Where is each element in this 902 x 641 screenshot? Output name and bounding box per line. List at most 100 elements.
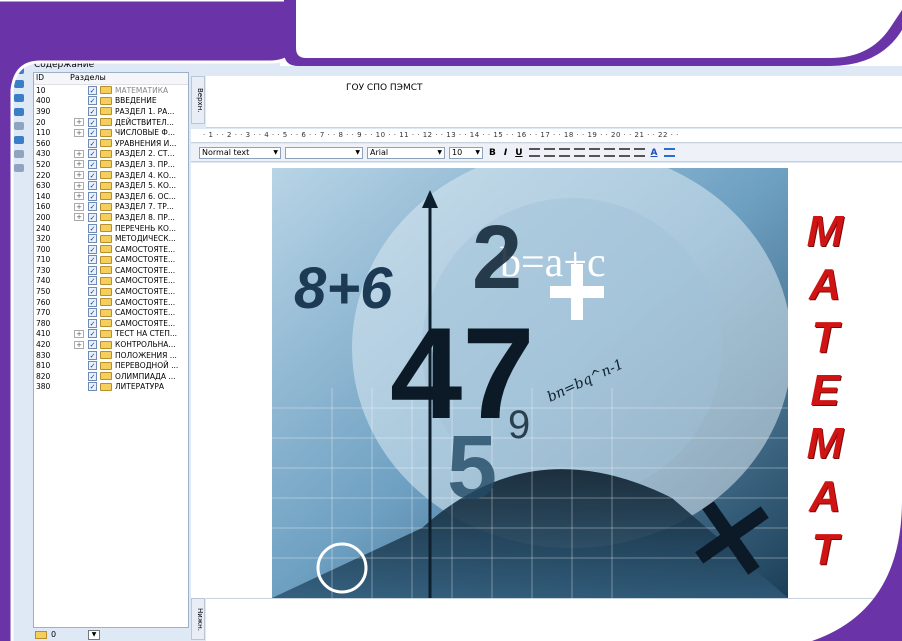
indent-decrease-icon[interactable]: [618, 148, 630, 157]
expand-toggle[interactable]: [74, 245, 84, 253]
paste-icon[interactable]: [115, 45, 127, 58]
print-icon[interactable]: [70, 45, 82, 58]
row-title[interactable]: УРАВНЕНИЯ И...: [115, 139, 176, 148]
row-checkbox[interactable]: ✓: [88, 85, 97, 95]
text-color-button[interactable]: A: [649, 148, 660, 158]
row-title[interactable]: ПЕРЕЧЕНЬ КО...: [115, 224, 176, 233]
expand-toggle[interactable]: [74, 362, 84, 370]
expand-toggle[interactable]: +: [74, 202, 84, 211]
row-checkbox[interactable]: ✓: [88, 255, 97, 265]
expand-toggle[interactable]: +: [74, 192, 84, 201]
row-checkbox[interactable]: ✓: [88, 202, 97, 212]
ruler[interactable]: · 1 · · 2 · · 3 · · 4 · · 5 · · 6 · · 7 …: [191, 129, 902, 143]
row-checkbox[interactable]: ✓: [88, 350, 97, 360]
row-title[interactable]: КОНТРОЛЬНА...: [115, 340, 176, 349]
row-title[interactable]: РАЗДЕЛ 4. КО...: [115, 171, 176, 180]
row-title[interactable]: РАЗДЕЛ 7. ТР...: [115, 202, 174, 211]
tools-icon[interactable]: [85, 45, 97, 58]
tree-row[interactable]: 810 ✓ ПЕРЕВОДНОЙ ...: [34, 360, 188, 371]
page-footer-area[interactable]: [206, 598, 902, 641]
align-justify-icon[interactable]: [573, 148, 585, 157]
row-checkbox[interactable]: ✓: [88, 244, 97, 254]
expand-toggle[interactable]: [74, 139, 84, 147]
row-checkbox[interactable]: ✓: [88, 361, 97, 371]
tree-row[interactable]: 760 ✓ САМОСТОЯТЕ...: [34, 297, 188, 308]
row-checkbox[interactable]: ✓: [88, 287, 97, 297]
row-checkbox[interactable]: ✓: [88, 181, 97, 191]
page-header-area[interactable]: ГОУ СПО ПЭМСТ: [206, 76, 902, 128]
italic-button[interactable]: I: [502, 148, 509, 158]
row-title[interactable]: САМОСТОЯТЕ...: [115, 319, 175, 328]
tree-row[interactable]: 420 + ✓ КОНТРОЛЬНА...: [34, 339, 188, 350]
expand-toggle[interactable]: [74, 298, 84, 306]
document-icon[interactable]: [168, 45, 180, 58]
row-title[interactable]: САМОСТОЯТЕ...: [115, 308, 175, 317]
row-checkbox[interactable]: ✓: [88, 276, 97, 286]
tree-row[interactable]: 830 ✓ ПОЛОЖЕНИЯ ...: [34, 350, 188, 361]
row-title[interactable]: САМОСТОЯТЕ...: [115, 266, 175, 275]
expand-toggle[interactable]: +: [74, 213, 84, 222]
row-title[interactable]: САМОСТОЯТЕ...: [115, 255, 175, 264]
tree-row[interactable]: 750 ✓ САМОСТОЯТЕ...: [34, 286, 188, 297]
tree-row[interactable]: 110 + ✓ ЧИСЛОВЫЕ Ф...: [34, 127, 188, 138]
row-title[interactable]: ДЕЙСТВИТЕЛ...: [115, 118, 174, 127]
plugin-icon[interactable]: [183, 45, 195, 58]
row-checkbox[interactable]: ✓: [88, 382, 97, 392]
tree-row[interactable]: 140 + ✓ РАЗДЕЛ 6. ОС...: [34, 191, 188, 202]
highlight-icon[interactable]: [663, 148, 675, 157]
expand-toggle[interactable]: [74, 277, 84, 285]
expand-toggle[interactable]: [74, 319, 84, 327]
expand-toggle[interactable]: +: [74, 171, 84, 180]
row-title[interactable]: РАЗДЕЛ 6. ОС...: [115, 192, 176, 201]
tree-row[interactable]: 160 + ✓ РАЗДЕЛ 7. ТР...: [34, 202, 188, 213]
row-title[interactable]: РАЗДЕЛ 2. СТ...: [115, 149, 175, 158]
align-right-icon[interactable]: [558, 148, 570, 157]
expand-toggle[interactable]: [74, 383, 84, 391]
indent-increase-icon[interactable]: [633, 148, 645, 157]
tree-row[interactable]: 10 ✓ МАТЕМАТИКА: [34, 85, 188, 96]
menu-service[interactable]: Сервис: [203, 27, 237, 37]
tree-row[interactable]: 430 + ✓ РАЗДЕЛ 2. СТ...: [34, 149, 188, 160]
row-checkbox[interactable]: ✓: [88, 212, 97, 222]
row-title[interactable]: ТЕСТ НА СТЕП...: [115, 329, 177, 338]
row-title[interactable]: САМОСТОЯТЕ...: [115, 276, 175, 285]
tree-row[interactable]: 220 + ✓ РАЗДЕЛ 4. КО...: [34, 170, 188, 181]
expand-toggle[interactable]: [74, 256, 84, 264]
tree-row[interactable]: 710 ✓ САМОСТОЯТЕ...: [34, 255, 188, 266]
row-title[interactable]: РАЗДЕЛ 1. РА...: [115, 107, 174, 116]
move-down-icon[interactable]: [14, 136, 24, 144]
expand-toggle[interactable]: +: [74, 160, 84, 169]
open-folder-icon[interactable]: [36, 45, 48, 58]
font-size-select[interactable]: 10 ▼: [449, 146, 483, 159]
copy-icon[interactable]: [100, 45, 112, 58]
row-checkbox[interactable]: ✓: [88, 106, 97, 116]
list-number-icon[interactable]: [603, 148, 615, 157]
header-tab[interactable]: Верхн.: [191, 76, 205, 124]
row-title[interactable]: САМОСТОЯТЕ...: [115, 287, 175, 296]
row-checkbox[interactable]: ✓: [88, 297, 97, 307]
menu-insert[interactable]: Вставка: [110, 27, 148, 37]
row-title[interactable]: МАТЕМАТИКА: [115, 86, 168, 95]
align-center-icon[interactable]: [543, 148, 555, 157]
row-checkbox[interactable]: ✓: [88, 340, 97, 350]
style-select[interactable]: Normal text ▼: [199, 146, 281, 159]
row-checkbox[interactable]: ✓: [88, 223, 97, 233]
globe-icon[interactable]: [134, 45, 146, 58]
tree-row[interactable]: 240 ✓ ПЕРЕЧЕНЬ КО...: [34, 223, 188, 234]
row-checkbox[interactable]: ✓: [88, 308, 97, 318]
tree-row[interactable]: 400 ✓ ВВЕДЕНИЕ: [34, 96, 188, 107]
row-checkbox[interactable]: ✓: [88, 329, 97, 339]
row-title[interactable]: ВВЕДЕНИЕ: [115, 96, 157, 105]
list-bullet-icon[interactable]: [588, 148, 600, 157]
row-checkbox[interactable]: ✓: [88, 191, 97, 201]
row-title[interactable]: ОЛИМПИАДА ...: [115, 372, 176, 381]
bold-button[interactable]: B: [487, 148, 498, 158]
row-checkbox[interactable]: ✓: [88, 96, 97, 106]
row-title[interactable]: ЛИТЕРАТУРА: [115, 382, 164, 391]
row-checkbox[interactable]: ✓: [88, 128, 97, 138]
tree-row[interactable]: 380 ✓ ЛИТЕРАТУРА: [34, 382, 188, 393]
expand-toggle[interactable]: +: [74, 329, 84, 338]
tree-row[interactable]: 630 + ✓ РАЗДЕЛ 5. КО...: [34, 180, 188, 191]
row-title[interactable]: РАЗДЕЛ 5. КО...: [115, 181, 176, 190]
style-combo-2[interactable]: ▼: [285, 146, 363, 159]
